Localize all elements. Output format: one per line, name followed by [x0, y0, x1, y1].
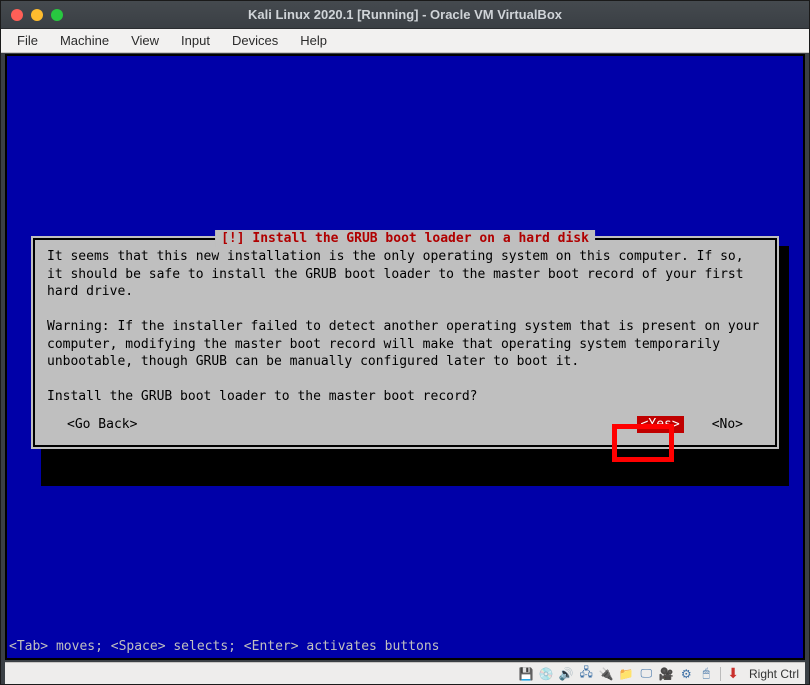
recording-icon[interactable]: 🎥 [658, 666, 674, 682]
close-window-icon[interactable] [11, 9, 23, 21]
minimize-window-icon[interactable] [31, 9, 43, 21]
hostkey-indicator-icon: ⬇ [727, 665, 739, 682]
window-controls [1, 9, 63, 21]
menubar: File Machine View Input Devices Help [1, 29, 809, 53]
menu-help[interactable]: Help [290, 31, 337, 50]
dialog-buttons: <Go Back> <Yes> <No> [47, 416, 763, 436]
usb-icon[interactable]: 🔌 [598, 666, 614, 682]
dialog-body: It seems that this new installation is t… [47, 248, 763, 406]
dialog-title: [!] Install the GRUB boot loader on a ha… [215, 230, 595, 248]
dialog-question: Install the GRUB boot loader to the mast… [47, 389, 477, 404]
statusbar: 💾 💿 🔊 🖧 🔌 📁 🖵 🎥 ⚙ 🖱 ⬇ Right Ctrl [5, 662, 805, 684]
network-icon[interactable]: 🖧 [578, 666, 594, 682]
hostkey-label: Right Ctrl [749, 667, 799, 681]
menu-devices[interactable]: Devices [222, 31, 288, 50]
grub-dialog: [!] Install the GRUB boot loader on a ha… [31, 236, 779, 449]
separator [720, 667, 721, 681]
dialog-paragraph-1: It seems that this new installation is t… [47, 249, 751, 299]
maximize-window-icon[interactable] [51, 9, 63, 21]
dialog-paragraph-2: Warning: If the installer failed to dete… [47, 319, 767, 369]
menu-file[interactable]: File [7, 31, 48, 50]
optical-drive-icon[interactable]: 💿 [538, 666, 554, 682]
audio-icon[interactable]: 🔊 [558, 666, 574, 682]
yes-button[interactable]: <Yes> [637, 416, 684, 434]
hard-disk-icon[interactable]: 💾 [518, 666, 534, 682]
installer-footer-hint: <Tab> moves; <Space> selects; <Enter> ac… [9, 638, 801, 656]
mouse-integration-icon[interactable]: 🖱 [698, 666, 714, 682]
menu-input[interactable]: Input [171, 31, 220, 50]
menu-machine[interactable]: Machine [50, 31, 119, 50]
no-button[interactable]: <No> [712, 416, 743, 434]
installer-background: [!] Install the GRUB boot loader on a ha… [7, 56, 803, 658]
go-back-button[interactable]: <Go Back> [67, 416, 137, 434]
titlebar: Kali Linux 2020.1 [Running] - Oracle VM … [1, 1, 809, 29]
vm-screen[interactable]: [!] Install the GRUB boot loader on a ha… [5, 54, 805, 660]
dialog-wrap: [!] Install the GRUB boot loader on a ha… [31, 236, 779, 449]
window-title: Kali Linux 2020.1 [Running] - Oracle VM … [1, 7, 809, 22]
vm-window: Kali Linux 2020.1 [Running] - Oracle VM … [0, 0, 810, 685]
menu-view[interactable]: View [121, 31, 169, 50]
processor-icon[interactable]: ⚙ [678, 666, 694, 682]
display-icon[interactable]: 🖵 [638, 666, 654, 682]
dialog-border: [!] Install the GRUB boot loader on a ha… [33, 238, 777, 447]
shared-folders-icon[interactable]: 📁 [618, 666, 634, 682]
